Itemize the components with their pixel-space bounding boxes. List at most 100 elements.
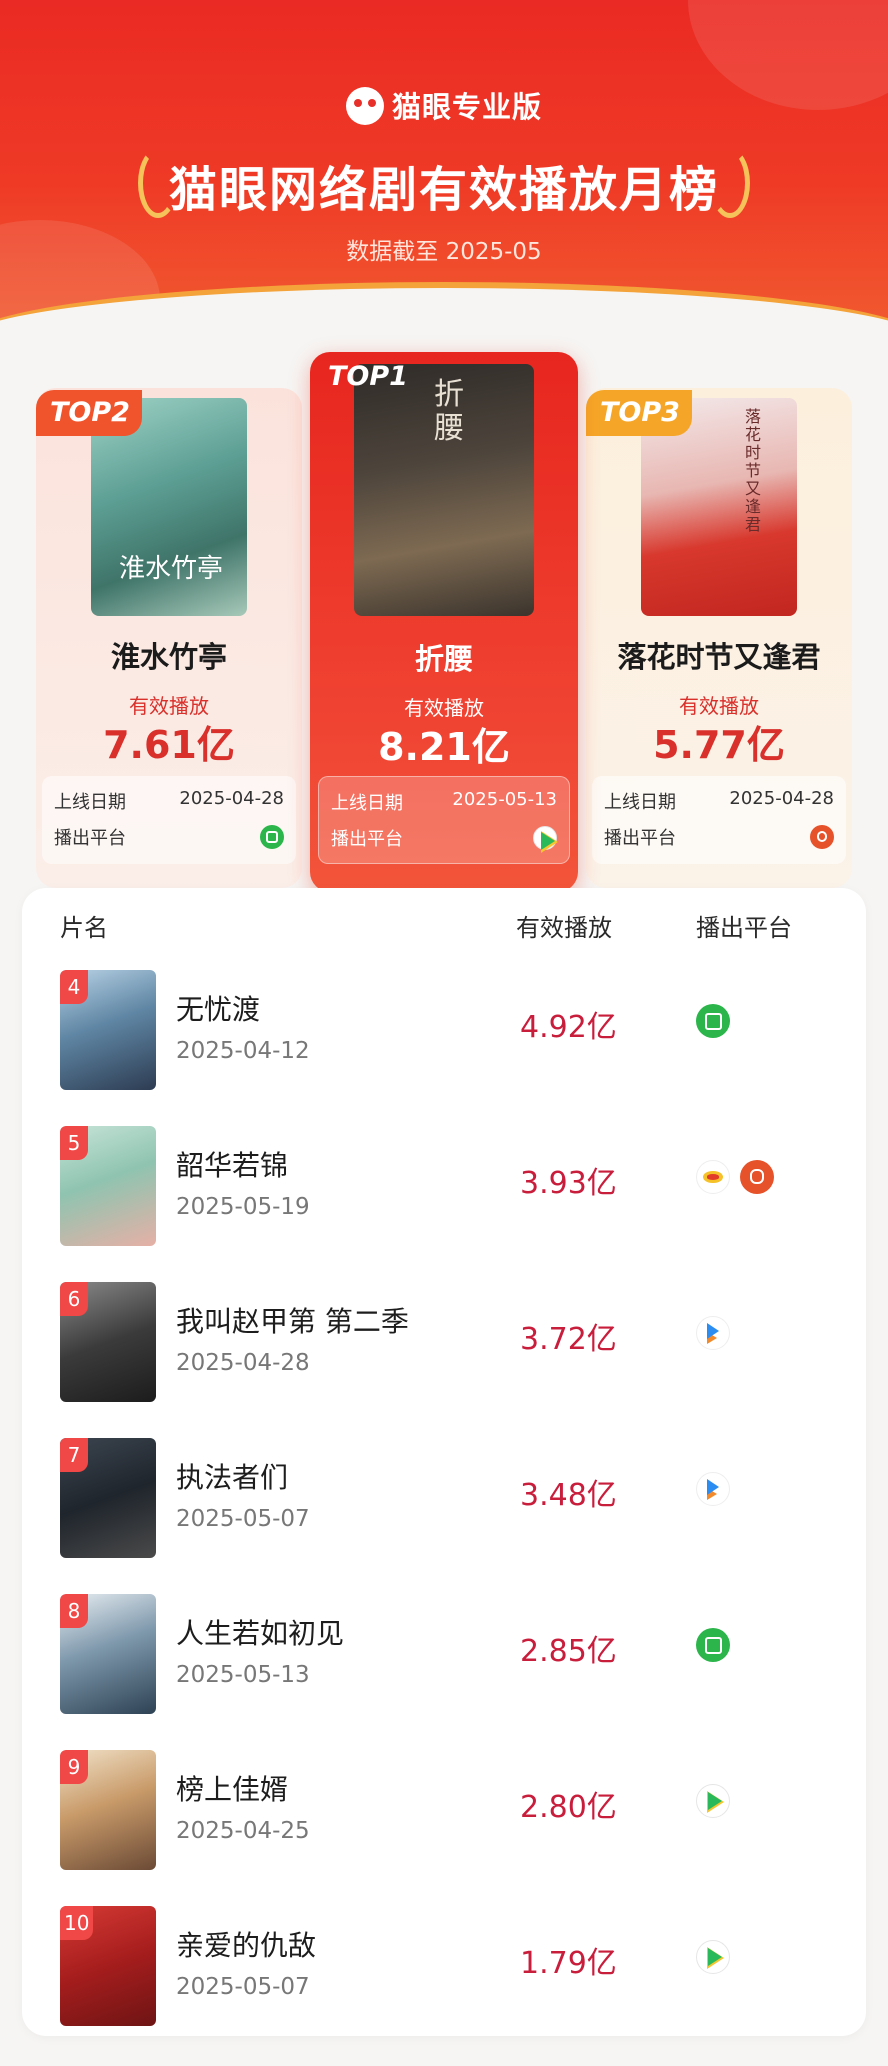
- tencent-video-icon: [696, 1940, 730, 1974]
- ranking-table: 片名 有效播放 播出平台 4 无忧渡 2025-04-12 4.92亿 5 韶华…: [22, 888, 866, 2036]
- top3-info: 上线日期 2025-04-28 播出平台: [592, 776, 846, 864]
- platform-icons: [696, 1628, 740, 1664]
- table-row[interactable]: 7 执法者们 2025-05-07 3.48亿: [22, 1428, 866, 1584]
- table-header: 片名 有效播放 播出平台: [22, 888, 866, 960]
- header-banner: 猫眼专业版 猫眼网络剧有效播放月榜 数据截至 2025-05: [0, 0, 888, 330]
- youku-icon: [696, 1316, 730, 1350]
- brand-name: 猫眼专业版: [391, 90, 542, 124]
- platform-icons: [696, 1160, 784, 1196]
- top1-poster[interactable]: 折腰: [354, 364, 534, 616]
- show-thumbnail[interactable]: 6: [60, 1282, 156, 1402]
- play-count: 2.85亿: [520, 1634, 617, 1669]
- top2-value: 7.61亿: [103, 723, 235, 767]
- huashu-icon: [696, 1160, 730, 1194]
- show-date: 2025-05-07: [176, 1974, 310, 2000]
- brand: 猫眼专业版: [0, 84, 888, 128]
- show-thumbnail[interactable]: 10: [60, 1906, 156, 2026]
- platform-row: 播出平台: [331, 825, 558, 855]
- release-date-value: 2025-05-13: [452, 789, 557, 810]
- show-thumbnail[interactable]: 4: [60, 970, 156, 1090]
- release-date-value: 2025-04-28: [729, 788, 834, 809]
- show-date: 2025-04-12: [176, 1038, 310, 1064]
- show-thumbnail[interactable]: 5: [60, 1126, 156, 1246]
- release-date-label: 上线日期: [54, 792, 126, 813]
- show-name: 我叫赵甲第 第二季: [176, 1305, 409, 1338]
- top2-tag: TOP2: [36, 390, 142, 436]
- platform-icons: [696, 1316, 740, 1352]
- release-date-value: 2025-04-28: [179, 788, 284, 809]
- platform-icons: [696, 1784, 740, 1820]
- show-name: 无忧渡: [176, 993, 261, 1026]
- show-thumbnail[interactable]: 8: [60, 1594, 156, 1714]
- play-count: 2.80亿: [520, 1790, 617, 1825]
- show-date: 2025-05-19: [176, 1194, 310, 1220]
- rank-badge: 5: [60, 1126, 88, 1160]
- youku-icon: [696, 1472, 730, 1506]
- table-row[interactable]: 10 亲爱的仇敌 2025-05-07 1.79亿: [22, 1896, 866, 2052]
- top2-card[interactable]: 淮水竹亭 TOP2 淮水竹亭 有效播放 7.61亿 上线日期 2025-04-2…: [36, 388, 302, 888]
- tencent-video-icon: [696, 1784, 730, 1818]
- play-count: 3.93亿: [520, 1166, 617, 1201]
- table-row[interactable]: 6 我叫赵甲第 第二季 2025-04-28 3.72亿: [22, 1272, 866, 1428]
- maoyan-logo-icon: [345, 87, 384, 125]
- rank-badge: 9: [60, 1750, 88, 1784]
- poster-title: 淮水竹亭: [119, 554, 224, 584]
- page-title: 猫眼网络剧有效播放月榜: [168, 162, 719, 218]
- data-date-subtitle: 数据截至 2025-05: [346, 239, 542, 265]
- header-title: 片名: [60, 914, 108, 942]
- show-name: 人生若如初见: [176, 1617, 345, 1650]
- header-platform: 播出平台: [696, 914, 792, 942]
- ranking-page: 猫眼专业版 猫眼网络剧有效播放月榜 数据截至 2025-05 淮水竹亭 TOP2…: [0, 0, 888, 2066]
- play-count: 3.48亿: [520, 1478, 617, 1513]
- top1-value: 8.21亿: [378, 725, 510, 769]
- release-date-row: 上线日期 2025-05-13: [331, 789, 557, 819]
- top3-value: 5.77亿: [653, 723, 785, 767]
- poster-title: 折腰: [434, 377, 464, 446]
- iqiyi-icon: [260, 825, 284, 849]
- show-name: 榜上佳婿: [176, 1773, 289, 1806]
- top3-name: 落花时节又逢君: [617, 640, 821, 674]
- table-row[interactable]: 4 无忧渡 2025-04-12 4.92亿: [22, 960, 866, 1116]
- iqiyi-icon: [696, 1628, 730, 1662]
- platform-icons: [696, 1004, 740, 1040]
- platform-label: 播出平台: [604, 828, 676, 849]
- show-date: 2025-05-07: [176, 1506, 310, 1532]
- top2-info: 上线日期 2025-04-28 播出平台: [42, 776, 296, 864]
- top1-info: 上线日期 2025-05-13 播出平台: [318, 776, 570, 864]
- table-row[interactable]: 5 韶华若锦 2025-05-19 3.93亿: [22, 1116, 866, 1272]
- top1-tag: TOP1: [328, 361, 408, 392]
- platform-row: 播出平台: [54, 824, 284, 854]
- show-date: 2025-04-28: [176, 1350, 310, 1376]
- poster-title: 落花时节又逢君: [745, 407, 762, 534]
- top3-tag: TOP3: [586, 390, 692, 436]
- header-plays: 有效播放: [516, 914, 612, 942]
- rank-badge: 7: [60, 1438, 88, 1472]
- top1-name: 折腰: [414, 642, 473, 676]
- platform-icons: [696, 1472, 740, 1508]
- release-date-row: 上线日期 2025-04-28: [604, 788, 834, 818]
- release-date-row: 上线日期 2025-04-28: [54, 788, 284, 818]
- show-thumbnail[interactable]: 7: [60, 1438, 156, 1558]
- show-thumbnail[interactable]: 9: [60, 1750, 156, 1870]
- show-date: 2025-04-25: [176, 1818, 310, 1844]
- rank-badge: 10: [60, 1906, 94, 1940]
- top3-card[interactable]: 落花时节又逢君 TOP3 落花时节又逢君 有效播放 5.77亿 上线日期 202…: [586, 388, 852, 888]
- rank-badge: 8: [60, 1594, 88, 1628]
- play-count: 3.72亿: [520, 1322, 617, 1357]
- platform-icons: [696, 1940, 740, 1976]
- top1-card[interactable]: 折腰 TOP1 折腰 有效播放 8.21亿 上线日期 2025-05-13 播出…: [310, 352, 578, 892]
- table-row[interactable]: 8 人生若如初见 2025-05-13 2.85亿: [22, 1584, 866, 1740]
- table-row[interactable]: 9 榜上佳婿 2025-04-25 2.80亿: [22, 1740, 866, 1896]
- mango-tv-icon: [810, 825, 834, 849]
- release-date-label: 上线日期: [604, 792, 676, 813]
- play-count: 4.92亿: [520, 1010, 617, 1045]
- show-name: 亲爱的仇敌: [176, 1929, 317, 1962]
- platform-label: 播出平台: [331, 829, 403, 850]
- platform-label: 播出平台: [54, 828, 126, 849]
- release-date-label: 上线日期: [331, 793, 403, 814]
- top2-name: 淮水竹亭: [110, 640, 227, 674]
- show-name: 执法者们: [176, 1461, 289, 1494]
- rank-badge: 4: [60, 970, 88, 1004]
- show-date: 2025-05-13: [176, 1662, 310, 1688]
- tencent-video-icon: [533, 826, 558, 853]
